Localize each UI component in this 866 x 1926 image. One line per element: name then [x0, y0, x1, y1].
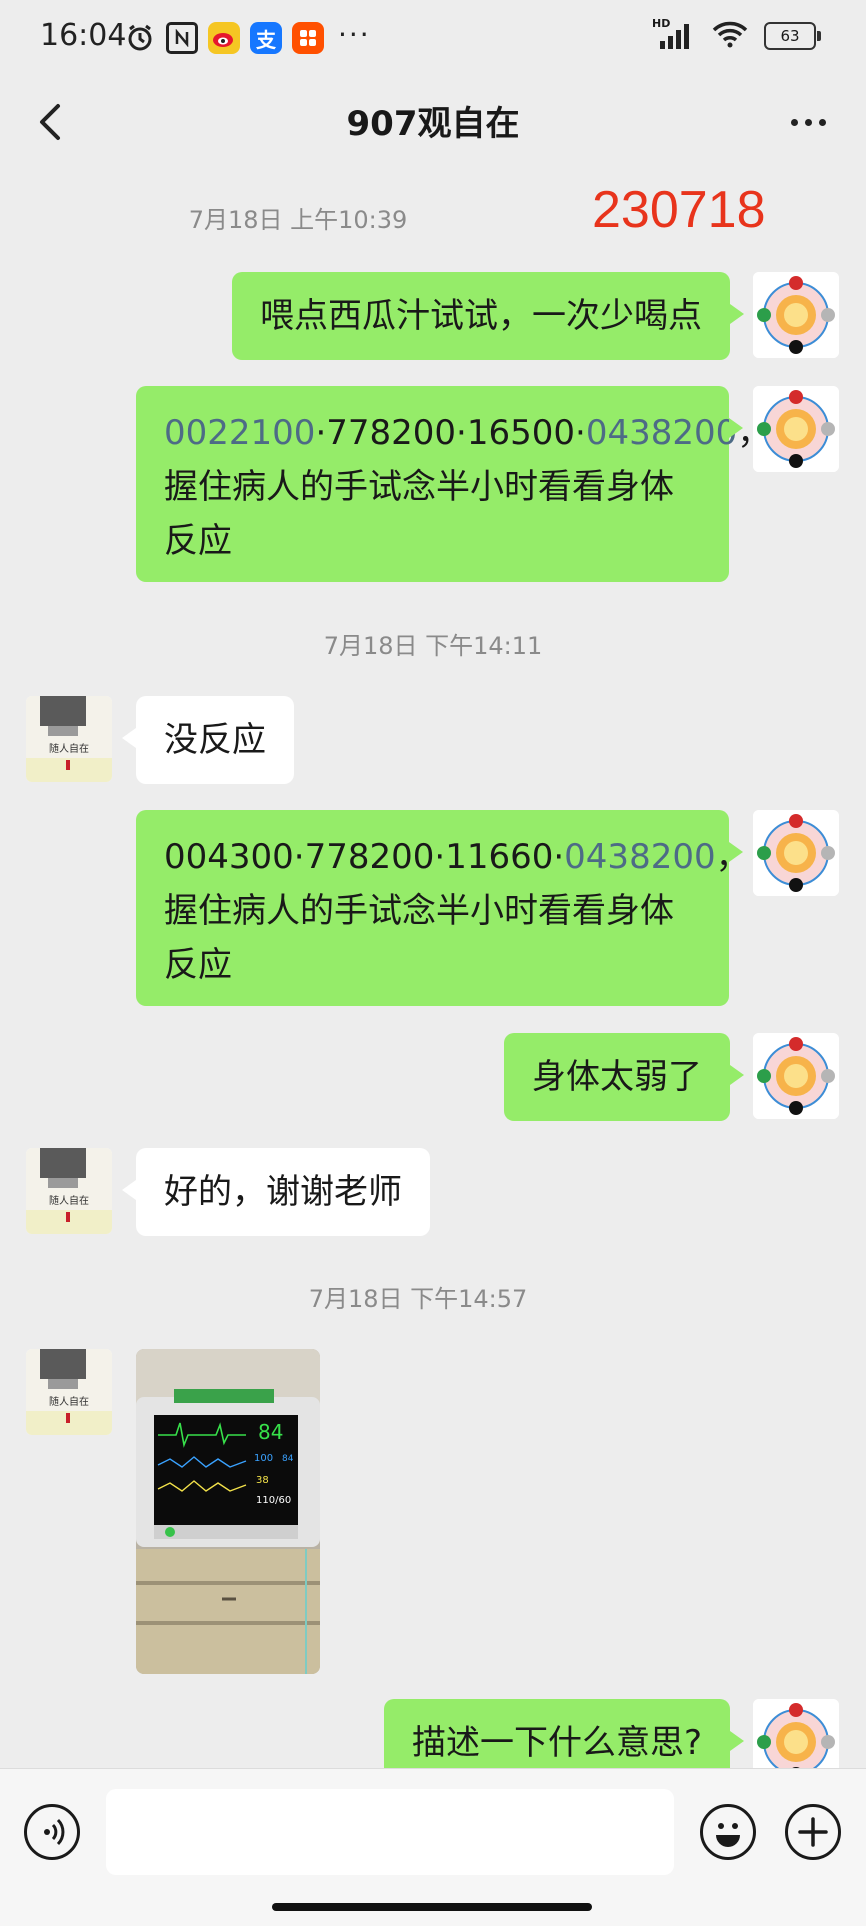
- signal-icon: HD: [652, 17, 696, 51]
- avatar[interactable]: [753, 272, 839, 358]
- system-indicators: HD 63: [652, 17, 821, 52]
- message-text: 没反应: [164, 720, 266, 760]
- avatar[interactable]: [753, 1033, 839, 1119]
- message-text: 好的，谢谢老师: [164, 1172, 402, 1212]
- status-time: 16:04: [40, 18, 127, 53]
- timestamp: 7月18日 下午14:57: [308, 1285, 528, 1313]
- message-bubble-incoming[interactable]: 没反应: [122, 696, 294, 784]
- message-input[interactable]: [106, 1789, 674, 1875]
- more-dot-icon: [818, 118, 826, 126]
- elements-wheel-icon: [753, 810, 839, 896]
- more-dot-icon: [804, 118, 812, 126]
- timestamp: 7月18日 下午14:11: [323, 632, 543, 660]
- chat-title: 907观自在: [346, 104, 520, 144]
- message-bubble-outgoing[interactable]: 004300·778200·11660·0438200，握住病人的手试念半小时看…: [136, 810, 750, 1006]
- nfc-icon: [166, 22, 198, 54]
- message-bubble-incoming[interactable]: 好的，谢谢老师: [122, 1148, 430, 1236]
- more-notifications-icon: ···: [338, 18, 371, 51]
- more-dot-icon: [790, 118, 798, 126]
- smiley-icon: [716, 1823, 740, 1847]
- more-functions-button[interactable]: [785, 1804, 841, 1860]
- voice-icon: [44, 1818, 65, 1846]
- message-text: 004300·778200·11660·: [164, 837, 565, 877]
- avatar[interactable]: [753, 386, 839, 472]
- wifi-icon: [712, 20, 748, 52]
- avatar[interactable]: [753, 810, 839, 896]
- svg-text:38: 38: [256, 1475, 269, 1486]
- elements-wheel-icon: [753, 386, 839, 472]
- battery-icon: 63: [764, 22, 821, 50]
- message-text: 身体太弱了: [532, 1057, 702, 1097]
- home-indicator[interactable]: [272, 1903, 592, 1911]
- calligraphy-avatar-icon: 随人自在: [26, 1349, 112, 1435]
- elements-wheel-icon: [753, 272, 839, 358]
- status-bar: 16:04 支 ··· HD 63: [0, 0, 866, 80]
- alipay-icon: 支: [250, 22, 282, 54]
- avatar[interactable]: 随人自在: [26, 1148, 112, 1234]
- voice-input-button[interactable]: [24, 1804, 80, 1860]
- svg-text:84: 84: [282, 1454, 294, 1464]
- avatar[interactable]: 随人自在: [26, 696, 112, 782]
- svg-text:随人自在: 随人自在: [49, 742, 89, 755]
- more-options-button[interactable]: [778, 94, 838, 150]
- svg-text:随人自在: 随人自在: [49, 1194, 89, 1207]
- emoji-button[interactable]: [700, 1804, 756, 1860]
- message-bubble-outgoing[interactable]: 身体太弱了: [504, 1033, 744, 1121]
- message-bubble-outgoing[interactable]: 喂点西瓜汁试试，一次少喝点: [232, 272, 744, 360]
- weibo-icon: [208, 22, 240, 54]
- calligraphy-avatar-icon: 随人自在: [26, 1148, 112, 1234]
- plus-icon: [798, 1817, 828, 1847]
- patient-monitor-photo: 84 100 84 38 110/60: [136, 1349, 320, 1674]
- message-code: 0438200: [564, 837, 716, 877]
- message-text: ·778200·16500·: [315, 413, 586, 453]
- svg-text:84: 84: [258, 1420, 283, 1444]
- calligraphy-avatar-icon: 随人自在: [26, 696, 112, 782]
- taobao-icon: [292, 22, 324, 54]
- svg-text:100: 100: [254, 1453, 273, 1464]
- chat-header: 907观自在: [0, 80, 866, 170]
- message-text: 喂点西瓜汁试试，一次少喝点: [260, 296, 702, 336]
- message-bubble-outgoing[interactable]: 0022100·778200·16500·0438200，握住病人的手试念半小时…: [136, 386, 771, 582]
- message-text: 描述一下什么意思?: [411, 1723, 702, 1763]
- alarm-icon: [124, 22, 156, 54]
- avatar[interactable]: 随人自在: [26, 1349, 112, 1435]
- message-code: 0022100: [164, 413, 316, 453]
- svg-text:110/60: 110/60: [256, 1495, 291, 1506]
- elements-wheel-icon: [753, 1033, 839, 1119]
- red-annotation: 230718: [592, 181, 766, 239]
- image-message[interactable]: 84 100 84 38 110/60: [136, 1349, 320, 1674]
- message-code: 0438200: [585, 413, 738, 453]
- svg-text:随人自在: 随人自在: [49, 1395, 89, 1408]
